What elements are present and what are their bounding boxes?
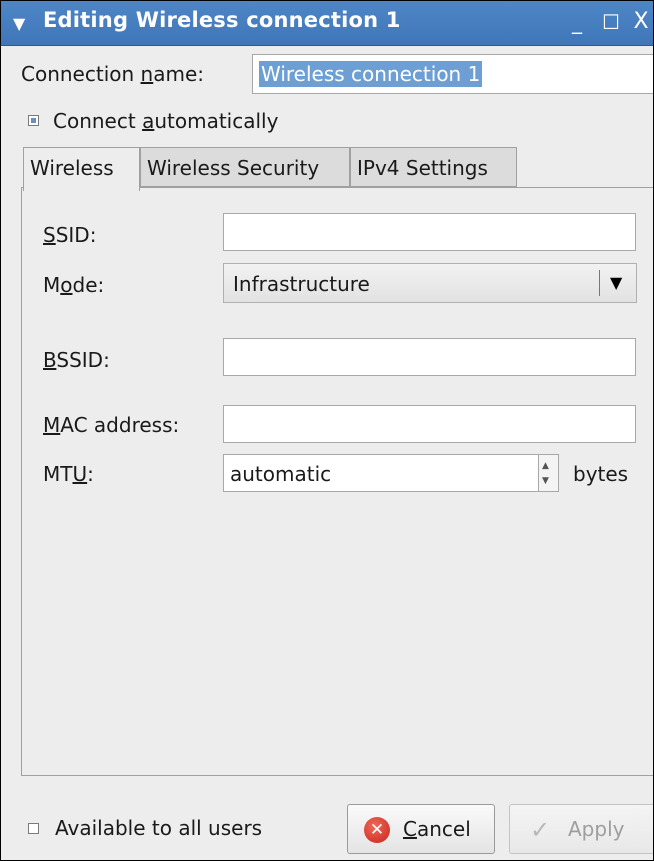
close-icon[interactable]: X — [629, 9, 653, 35]
window-title: Editing Wireless connection 1 — [43, 8, 401, 32]
tab-ipv4-settings[interactable]: IPv4 Settings — [350, 147, 517, 187]
tab-wireless-security[interactable]: Wireless Security — [140, 147, 350, 187]
mtu-input[interactable]: automatic — [223, 454, 539, 492]
connection-name-label: Connection name: — [21, 62, 204, 86]
available-to-all-users-checkbox[interactable] — [28, 823, 39, 834]
minimize-icon[interactable]: _ — [565, 9, 589, 35]
cancel-button[interactable]: ✕ Cancel — [347, 804, 495, 854]
checkmark-icon: ✓ — [530, 816, 551, 844]
apply-button[interactable]: ✓ Apply — [509, 804, 653, 854]
mac-address-input[interactable] — [223, 405, 636, 443]
apply-label: Apply — [568, 817, 625, 841]
bssid-input[interactable] — [223, 338, 636, 376]
dropdown-separator — [599, 270, 600, 296]
mtu-unit-label: bytes — [573, 462, 629, 486]
cancel-label: Cancel — [403, 817, 471, 841]
maximize-icon[interactable]: ☐ — [599, 9, 623, 35]
available-to-all-users-label[interactable]: Available to all users — [55, 816, 262, 840]
ssid-input[interactable] — [223, 213, 636, 251]
bssid-label: BSSID: — [43, 348, 110, 372]
ssid-label: SSID: — [43, 223, 97, 247]
mtu-value: automatic — [230, 462, 332, 486]
mode-label: Mode: — [43, 273, 105, 297]
mtu-spinner[interactable]: ▲ ▼ — [539, 454, 559, 492]
mac-address-label: MAC address: — [43, 413, 180, 437]
mtu-label: MTU: — [43, 462, 94, 486]
title-bar[interactable]: ▼ Editing Wireless connection 1 _ ☐ X — [1, 1, 653, 46]
cancel-icon: ✕ — [364, 817, 390, 843]
connection-name-value: Wireless connection 1 — [259, 61, 483, 87]
mode-value: Infrastructure — [233, 272, 370, 296]
menu-arrow-icon[interactable]: ▼ — [13, 14, 25, 33]
spin-up-icon[interactable]: ▲ — [542, 461, 549, 471]
connect-automatically-label[interactable]: Connect automatically — [53, 109, 278, 133]
spin-down-icon[interactable]: ▼ — [542, 476, 549, 486]
dialog-window: ▼ Editing Wireless connection 1 _ ☐ X Co… — [0, 0, 654, 861]
chevron-down-icon[interactable]: ▼ — [610, 273, 622, 292]
connect-automatically-checkbox[interactable] — [28, 115, 39, 126]
tab-wireless[interactable]: Wireless — [23, 147, 140, 191]
mode-dropdown[interactable]: Infrastructure ▼ — [223, 263, 637, 303]
connection-name-input[interactable]: Wireless connection 1 — [252, 54, 653, 94]
